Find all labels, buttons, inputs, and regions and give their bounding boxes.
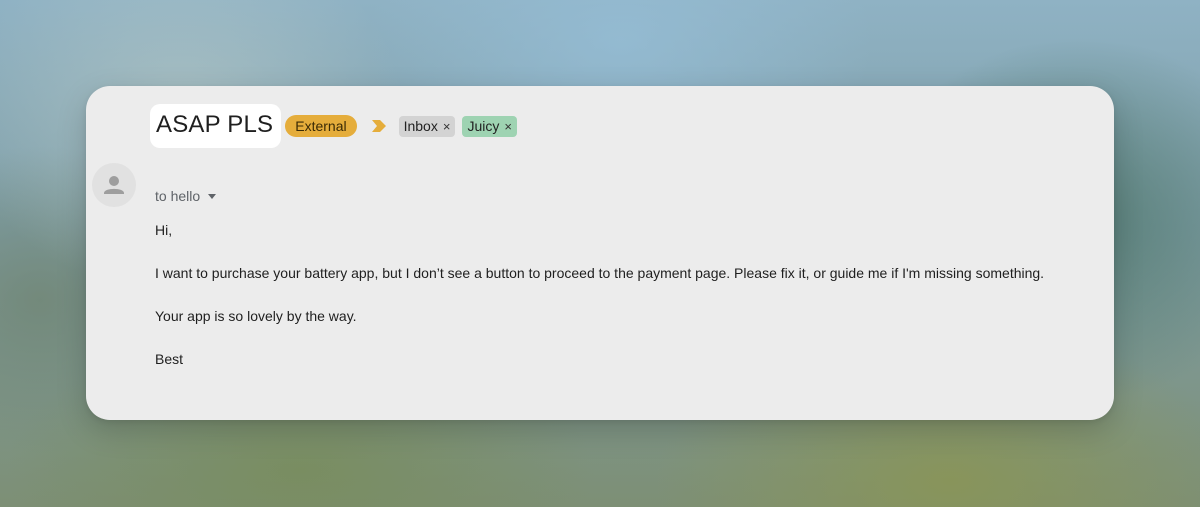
importance-marker-icon[interactable] bbox=[371, 119, 387, 133]
label-chip-text: Juicy bbox=[467, 117, 500, 134]
remove-label-juicy-icon[interactable]: × bbox=[504, 116, 512, 137]
email-paragraph: Your app is so lovely by the way. bbox=[155, 308, 357, 324]
label-chip-text: Inbox bbox=[403, 117, 438, 134]
email-paragraph: I want to purchase your battery app, but… bbox=[155, 265, 1045, 281]
label-chip-inbox[interactable]: Inbox × bbox=[398, 115, 456, 137]
email-signoff: Best bbox=[155, 351, 184, 367]
recipient-line: to hello bbox=[155, 188, 217, 204]
label-chip-juicy[interactable]: Juicy × bbox=[462, 115, 517, 137]
external-tag: External bbox=[285, 115, 357, 137]
sender-avatar[interactable] bbox=[92, 163, 136, 207]
person-icon bbox=[104, 176, 124, 194]
email-subject: ASAP PLS bbox=[150, 104, 282, 148]
email-body: Hi, I want to purchase your battery app,… bbox=[155, 220, 1095, 369]
email-greeting: Hi, bbox=[155, 222, 173, 238]
email-card: ASAP PLS External Inbox × Juicy × to hel… bbox=[86, 86, 1114, 420]
subject-row: ASAP PLS External Inbox × Juicy × bbox=[150, 104, 517, 148]
caret-down-icon[interactable] bbox=[208, 193, 217, 199]
remove-label-inbox-icon[interactable]: × bbox=[443, 116, 451, 137]
recipient-text: to hello bbox=[155, 188, 201, 204]
